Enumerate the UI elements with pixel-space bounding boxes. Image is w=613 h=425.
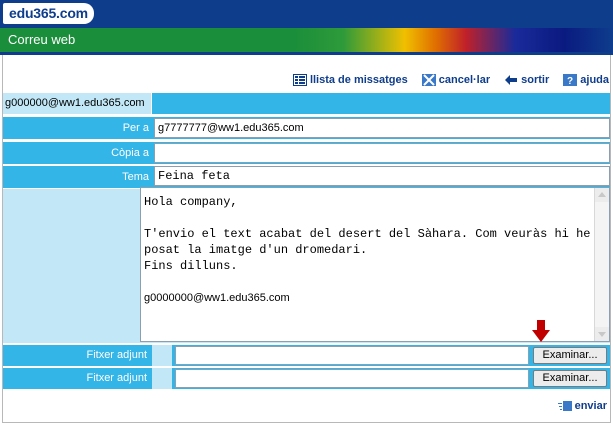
- body-line-4: Fins dilluns.: [144, 259, 238, 273]
- send-icon: [557, 401, 572, 411]
- cc-field[interactable]: [154, 143, 610, 163]
- app-title-bar: Correu web: [0, 28, 613, 52]
- attachment-row-2-gap: [152, 368, 172, 389]
- sender-address: g000000@ww1.edu365.com: [3, 93, 151, 114]
- toolbar: llista de missatges cancel·lar sortir ? …: [292, 72, 609, 88]
- send-button[interactable]: enviar: [557, 400, 607, 412]
- to-field[interactable]: g7777777@ww1.edu365.com: [154, 118, 610, 138]
- cancel-label: cancel·lar: [438, 74, 491, 86]
- help-link[interactable]: ? ajuda: [563, 74, 609, 86]
- red-pointer-arrow-icon: [532, 320, 550, 342]
- attachment-field-2[interactable]: [175, 369, 529, 388]
- attachment-label-1: Fitxer adjunt: [86, 349, 147, 361]
- body-line-1: Hola company,: [144, 195, 238, 209]
- list-icon: [292, 74, 307, 86]
- subject-label: Tema: [122, 171, 149, 183]
- exit-arrow-icon: [505, 75, 518, 85]
- body-scrollbar[interactable]: [594, 188, 609, 341]
- message-body-textarea[interactable]: Hola company, T'envio el text acabat del…: [140, 187, 610, 342]
- cancel-icon: [421, 74, 436, 86]
- svg-text:?: ?: [567, 76, 573, 86]
- attachment-row-1-gap: [152, 345, 172, 366]
- message-list-link[interactable]: llista de missatges: [292, 74, 408, 86]
- browse-button-2[interactable]: Examinar...: [533, 370, 607, 387]
- scroll-down-arrow-icon[interactable]: [595, 327, 609, 341]
- help-label: ajuda: [580, 74, 609, 86]
- body-line-3: posat la imatge d'un dromedari.: [144, 243, 368, 257]
- top-banner: edu365.com: [0, 0, 613, 28]
- body-line-2: T'envio el text acabat del desert del Sà…: [144, 227, 591, 241]
- send-label: enviar: [574, 400, 607, 412]
- message-body-text: Hola company, T'envio el text acabat del…: [144, 194, 592, 306]
- sender-row-fill: [152, 93, 610, 114]
- body-signature: g0000000@ww1.edu365.com: [144, 292, 290, 304]
- message-list-label: llista de missatges: [309, 74, 408, 86]
- exit-label: sortir: [521, 74, 550, 86]
- scroll-up-arrow-icon[interactable]: [595, 188, 609, 202]
- attachment-field-1[interactable]: [175, 346, 529, 365]
- subject-field[interactable]: Feina feta: [154, 166, 610, 186]
- browse-button-1[interactable]: Examinar...: [533, 347, 607, 364]
- cancel-link[interactable]: cancel·lar: [421, 74, 491, 86]
- edu365-logo[interactable]: edu365.com: [3, 3, 94, 24]
- exit-link[interactable]: sortir: [504, 74, 549, 86]
- app-title: Correu web: [8, 32, 76, 47]
- cc-label: Còpia a: [111, 147, 149, 159]
- help-icon: ?: [563, 74, 578, 86]
- to-label: Per a: [122, 122, 149, 134]
- attachment-label-2: Fitxer adjunt: [86, 372, 147, 384]
